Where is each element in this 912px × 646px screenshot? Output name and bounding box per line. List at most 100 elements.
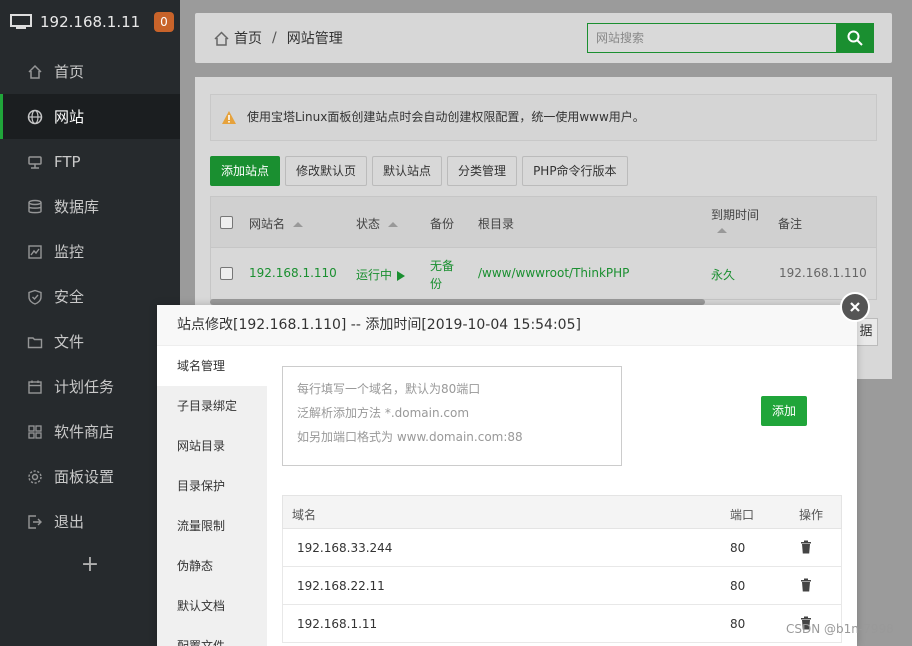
sidebar-item-settings[interactable]: 面板设置 xyxy=(0,454,180,499)
table-row: 192.168.1.11 80 xyxy=(282,605,842,643)
sidebar-item-database[interactable]: 数据库 xyxy=(0,184,180,229)
site-edit-dialog: 站点修改[192.168.1.110] -- 添加时间[2019-10-04 1… xyxy=(157,305,857,646)
host-header: 192.168.1.11 0 xyxy=(0,0,180,44)
sidebar-item-home[interactable]: 首页 xyxy=(0,49,180,94)
port-cell: 80 xyxy=(730,541,746,555)
sort-icon xyxy=(717,228,727,233)
domain-textarea[interactable]: 每行填写一个域名，默认为80端口 泛解析添加方法 *.domain.com 如另… xyxy=(282,366,622,466)
column-header-note: 备注 xyxy=(778,217,803,231)
tab-traffic-limit[interactable]: 流量限制 xyxy=(157,506,267,546)
port-cell: 80 xyxy=(730,579,746,593)
site-backup-line1[interactable]: 无备 xyxy=(430,257,454,274)
grid-icon xyxy=(28,424,42,439)
table-header: 网站名 状态 备份 根目录 到期时间 备注 xyxy=(210,196,877,248)
dialog-title: 站点修改[192.168.1.110] -- 添加时间[2019-10-04 1… xyxy=(157,305,857,346)
sidebar-item-label: 首页 xyxy=(54,63,85,81)
tab-config-file[interactable]: 配置文件 xyxy=(157,626,267,646)
sidebar-item-label: 退出 xyxy=(54,513,85,531)
site-note[interactable]: 192.168.1.110 xyxy=(779,266,867,280)
gear-icon xyxy=(28,469,42,484)
tab-site-dir[interactable]: 网站目录 xyxy=(157,426,267,466)
sidebar-menu: 首页 网站 FTP 数据库 监控 安全 文件 计划任务 软件商店 面板设置 退出 xyxy=(0,49,180,544)
sidebar-item-label: 网站 xyxy=(54,108,85,126)
ftp-icon xyxy=(28,155,42,169)
category-button[interactable]: 分类管理 xyxy=(447,156,518,186)
sidebar-item-label: 监控 xyxy=(54,243,85,261)
breadcrumb-home[interactable]: 首页 xyxy=(234,28,262,48)
column-header-label: 网站名 xyxy=(249,217,286,231)
site-expire[interactable]: 永久 xyxy=(711,266,735,283)
partial-button[interactable]: 据 xyxy=(854,318,878,346)
sort-icon xyxy=(293,222,304,227)
column-header-action: 操作 xyxy=(799,508,824,522)
sidebar-item-label: 数据库 xyxy=(54,198,100,216)
server-icon xyxy=(10,14,32,29)
search-input[interactable]: 网站搜索 xyxy=(587,23,837,53)
logout-icon xyxy=(28,514,42,529)
monitor-icon xyxy=(28,244,42,259)
calendar-icon xyxy=(28,380,42,394)
sidebar-item-label: 文件 xyxy=(54,333,85,351)
tab-default-doc[interactable]: 默认文档 xyxy=(157,586,267,626)
default-site-button[interactable]: 默认站点 xyxy=(372,156,443,186)
add-menu-button[interactable]: + xyxy=(0,545,180,585)
search-button[interactable] xyxy=(836,23,874,53)
sidebar-item-store[interactable]: 软件商店 xyxy=(0,409,180,454)
add-domain-button[interactable]: 添加 xyxy=(761,396,807,426)
search-icon xyxy=(847,30,863,46)
dialog-tabs: 域名管理 子目录绑定 网站目录 目录保护 流量限制 伪静态 默认文档 配置文件 xyxy=(157,346,267,646)
textarea-placeholder-line: 泛解析添加方法 *.domain.com xyxy=(297,406,470,420)
column-header-label: 状态 xyxy=(356,217,381,231)
tab-domain[interactable]: 域名管理 xyxy=(157,346,267,386)
table-row: 192.168.33.244 80 xyxy=(282,529,842,567)
breadcrumb-separator: / xyxy=(272,30,277,46)
add-site-button[interactable]: 添加站点 xyxy=(210,156,281,186)
sidebar-item-files[interactable]: 文件 xyxy=(0,319,180,364)
sort-icon xyxy=(388,222,399,227)
textarea-placeholder-line: 如另加端口格式为 www.domain.com:88 xyxy=(297,430,523,444)
notification-badge[interactable]: 0 xyxy=(154,12,174,32)
row-checkbox[interactable] xyxy=(220,267,233,280)
site-status[interactable]: 运行中 xyxy=(356,266,406,283)
site-name-link[interactable]: 192.168.1.110 xyxy=(249,266,337,280)
sidebar-item-logout[interactable]: 退出 xyxy=(0,499,180,544)
warning-icon xyxy=(222,111,236,124)
tab-rewrite[interactable]: 伪静态 xyxy=(157,546,267,586)
sidebar-item-cron[interactable]: 计划任务 xyxy=(0,364,180,409)
column-header-expire[interactable]: 到期时间 xyxy=(711,206,759,223)
site-root-link[interactable]: /www/wwwroot/ThinkPHP xyxy=(478,266,629,280)
textarea-placeholder-line: 每行填写一个域名，默认为80端口 xyxy=(297,382,481,396)
table-row: 192.168.22.11 80 xyxy=(282,567,842,605)
trash-icon[interactable] xyxy=(800,578,812,592)
watermark: CSDN @b1n-7998 xyxy=(786,622,894,636)
column-header-status[interactable]: 状态 xyxy=(356,215,399,232)
sidebar-item-website[interactable]: 网站 xyxy=(0,94,180,139)
select-all-checkbox[interactable] xyxy=(220,216,233,229)
sidebar-item-label: FTP xyxy=(54,152,81,171)
edit-default-page-button[interactable]: 修改默认页 xyxy=(285,156,368,186)
sidebar: 192.168.1.11 0 首页 网站 FTP 数据库 监控 安全 文件 计划… xyxy=(0,0,180,646)
home-icon xyxy=(28,64,42,79)
domain-cell: 192.168.22.11 xyxy=(297,579,385,593)
tab-subdir[interactable]: 子目录绑定 xyxy=(157,386,267,426)
sidebar-item-monitor[interactable]: 监控 xyxy=(0,229,180,274)
domain-cell: 192.168.1.11 xyxy=(297,617,378,631)
site-backup-line2[interactable]: 份 xyxy=(430,275,442,292)
close-icon xyxy=(850,302,860,312)
tab-dir-protect[interactable]: 目录保护 xyxy=(157,466,267,506)
notice-text: 使用宝塔Linux面板创建站点时会自动创建权限配置，统一使用www用户。 xyxy=(247,110,645,124)
breadcrumb: 首页 / 网站管理 xyxy=(213,28,343,48)
dialog-close-button[interactable] xyxy=(840,292,870,322)
shield-icon xyxy=(28,289,42,305)
column-header-port: 端口 xyxy=(730,508,755,522)
sidebar-item-ftp[interactable]: FTP xyxy=(0,139,180,184)
breadcrumb-current: 网站管理 xyxy=(286,31,343,47)
sidebar-item-label: 计划任务 xyxy=(54,378,115,396)
trash-icon[interactable] xyxy=(800,540,812,554)
port-cell: 80 xyxy=(730,617,746,631)
php-cli-button[interactable]: PHP命令行版本 xyxy=(522,156,628,186)
toolbar: 添加站点 修改默认页 默认站点 分类管理 PHP命令行版本 xyxy=(210,156,628,186)
column-header-name[interactable]: 网站名 xyxy=(249,215,304,232)
sidebar-item-security[interactable]: 安全 xyxy=(0,274,180,319)
notice-banner: 使用宝塔Linux面板创建站点时会自动创建权限配置，统一使用www用户。 xyxy=(210,94,877,141)
